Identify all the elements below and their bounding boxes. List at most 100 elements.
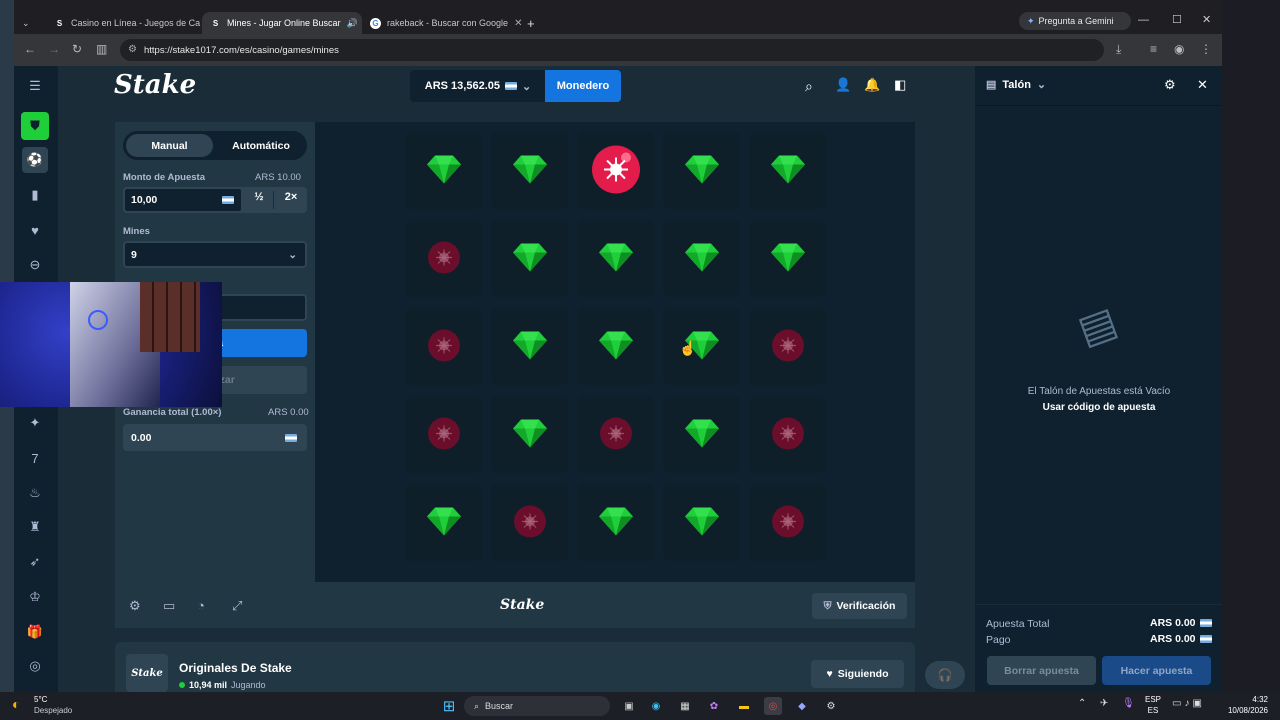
stake-logo[interactable]: Stake: [114, 70, 196, 100]
mines-select[interactable]: 9 ⌄: [123, 241, 307, 268]
tile-gem[interactable]: [577, 484, 654, 561]
fairness-button[interactable]: ⛨ Verificación: [812, 593, 907, 619]
tile-gem[interactable]: [749, 220, 826, 297]
settings-icon[interactable]: ⚙: [1164, 77, 1176, 93]
originals-title[interactable]: Originales De Stake: [179, 661, 292, 675]
gift-icon[interactable]: 🎁: [22, 619, 48, 645]
taskbar-search[interactable]: ⌕ Buscar: [464, 696, 610, 716]
flame-icon[interactable]: ♨: [22, 480, 48, 506]
file-explorer-icon[interactable]: ▬: [735, 697, 753, 715]
notifications-icon[interactable]: 🔔: [864, 77, 880, 93]
tile-gem[interactable]: [749, 132, 826, 209]
tile-gem[interactable]: [405, 132, 482, 209]
tab-casino[interactable]: S Casino en Línea - Juegos de Ca ✕: [46, 12, 208, 34]
tile-gem[interactable]: [577, 308, 654, 385]
tile-mine-hit[interactable]: [577, 132, 654, 209]
copilot-icon[interactable]: ✿: [705, 697, 723, 715]
follow-button[interactable]: ♥ Siguiendo: [811, 660, 904, 688]
double-button[interactable]: 2×: [278, 191, 304, 203]
tile-gem[interactable]: [663, 396, 740, 473]
tray-icon[interactable]: ✈: [1100, 698, 1108, 709]
use-bet-code-link[interactable]: Usar código de apuesta: [976, 402, 1222, 413]
recent-icon[interactable]: ⊖: [22, 252, 48, 278]
tile-gem[interactable]: [491, 396, 568, 473]
tile-gem[interactable]: [491, 308, 568, 385]
gemini-button[interactable]: ✦ Pregunta a Gemini: [1019, 12, 1131, 30]
download-icon[interactable]: ⤓: [1116, 42, 1121, 57]
slots-icon[interactable]: 7: [22, 445, 48, 471]
tile-gem[interactable]: [577, 220, 654, 297]
start-windows-icon[interactable]: ⊞: [440, 697, 458, 715]
tile-mine[interactable]: [405, 308, 482, 385]
betslip-title[interactable]: ▤ Talón ⌄: [986, 78, 1046, 92]
forward-icon[interactable]: →: [48, 42, 60, 56]
user-icon[interactable]: 👤: [835, 77, 851, 93]
media-icon[interactable]: ≡: [1150, 42, 1157, 56]
microphone-icon[interactable]: 🎙: [1122, 698, 1135, 709]
task-view-icon[interactable]: ▣: [620, 697, 638, 715]
close-window-icon[interactable]: ✕: [1202, 13, 1211, 26]
tab-search-button[interactable]: ⌄: [14, 12, 36, 34]
tile-mine[interactable]: [405, 396, 482, 473]
bet-amount-input[interactable]: 10,00: [123, 187, 243, 213]
speaker-icon[interactable]: 🔊: [347, 18, 358, 29]
half-button[interactable]: ½: [246, 191, 272, 203]
stats-icon[interactable]: ◔: [197, 598, 205, 613]
tile-mine[interactable]: [749, 308, 826, 385]
sports-ball-icon[interactable]: ⚽: [22, 147, 48, 173]
casino-shield-icon[interactable]: ⛊: [21, 112, 49, 140]
weather-widget[interactable]: 5°C Despejado: [34, 694, 72, 716]
tile-gem[interactable]: [663, 308, 740, 385]
popout-icon[interactable]: ⤢: [232, 598, 242, 614]
address-bar[interactable]: ⚙ https://stake1017.com/es/casino/games/…: [120, 39, 1104, 61]
tile-mine[interactable]: [577, 396, 654, 473]
menu-icon[interactable]: ⋮: [1200, 42, 1212, 56]
settings-app-icon[interactable]: ⚙: [822, 697, 840, 715]
new-tab-button[interactable]: +: [519, 12, 539, 34]
support-icon[interactable]: ◎: [22, 653, 48, 679]
tile-gem[interactable]: [663, 132, 740, 209]
app-icon[interactable]: ◆: [793, 697, 811, 715]
maximize-icon[interactable]: ☐: [1172, 13, 1182, 26]
tile-gem[interactable]: [663, 220, 740, 297]
settings-icon[interactable]: ⚙: [129, 598, 141, 614]
mode-auto-tab[interactable]: Automático: [217, 134, 305, 157]
network-volume-battery-icon[interactable]: ▭♪▣: [1172, 698, 1205, 709]
tab-google[interactable]: G rakeback - Buscar con Google ✕: [362, 12, 522, 34]
back-icon[interactable]: ←: [24, 42, 36, 56]
bookmark-icon[interactable]: ▮: [22, 182, 48, 208]
site-info-icon[interactable]: ⚙: [128, 44, 137, 55]
heart-icon[interactable]: ♥: [22, 217, 48, 243]
tile-gem[interactable]: [491, 220, 568, 297]
theatre-mode-icon[interactable]: ▭: [163, 598, 175, 614]
tile-mine[interactable]: [405, 220, 482, 297]
tray-chevron-icon[interactable]: ⌃: [1078, 698, 1086, 709]
tile-gem[interactable]: [663, 484, 740, 561]
tile-gem[interactable]: [491, 132, 568, 209]
dealer-icon[interactable]: ♜: [22, 514, 48, 540]
betslip-toggle-icon[interactable]: ◧: [894, 77, 906, 93]
place-bet-button[interactable]: Hacer apuesta: [1102, 656, 1211, 685]
rocket-icon[interactable]: ➶: [22, 549, 48, 575]
tile-gem[interactable]: [405, 484, 482, 561]
minimize-icon[interactable]: —: [1138, 14, 1149, 26]
hamburger-icon[interactable]: ☰: [22, 73, 48, 99]
sparkle-icon[interactable]: ✦: [22, 410, 48, 436]
reload-icon[interactable]: ↻: [72, 42, 82, 56]
balance-selector[interactable]: ARS 13,562.05 ⌄: [410, 70, 546, 102]
tab-mines[interactable]: S Mines - Jugar Online Buscar 🔊 ✕: [202, 12, 362, 34]
mode-manual-tab[interactable]: Manual: [126, 134, 213, 157]
search-icon[interactable]: ⌕: [805, 78, 813, 95]
crown-icon[interactable]: ♔: [22, 584, 48, 610]
tile-mine[interactable]: [749, 484, 826, 561]
wallet-button[interactable]: Monedero: [545, 70, 621, 102]
profile-avatar[interactable]: ◉: [1174, 42, 1184, 56]
edge-icon[interactable]: ◉: [647, 697, 665, 715]
close-icon[interactable]: ✕: [1197, 77, 1208, 93]
tile-mine[interactable]: [491, 484, 568, 561]
clock[interactable]: 4:32 10/08/2026: [1224, 694, 1268, 716]
clear-bet-button[interactable]: Borrar apuesta: [987, 656, 1096, 685]
sidebar-icon[interactable]: ▥: [96, 42, 107, 56]
headset-support-icon[interactable]: 🎧: [925, 661, 965, 689]
tile-mine[interactable]: [749, 396, 826, 473]
